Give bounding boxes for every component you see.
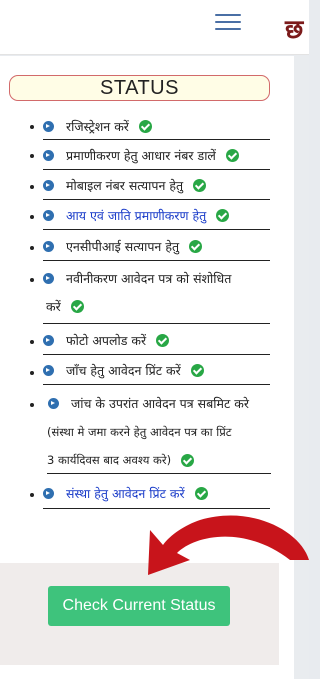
arrow-right-circle-icon (43, 210, 54, 221)
step-note-line3: 3 कार्यदिवस बाद अवश्य करे) (47, 452, 172, 467)
list-bullet (30, 246, 34, 250)
step-npci[interactable]: एनसीपीआई सत्यापन हेतु (43, 233, 270, 261)
step-photo-upload[interactable]: फोटो अपलोड करें (43, 327, 270, 355)
step-aadhaar[interactable]: प्रमाणीकरण हेतु आधार नंबर डालें (43, 142, 270, 170)
check-circle-icon (225, 149, 239, 162)
list-bullet (30, 403, 34, 407)
arrow-right-circle-icon (43, 150, 54, 161)
check-current-status-button[interactable]: Check Current Status (48, 586, 230, 626)
check-circle-icon (194, 487, 208, 500)
step-label[interactable]: आय एवं जाति प्रमाणीकरण हेतु (66, 207, 206, 224)
check-circle-icon (193, 179, 207, 192)
step-renewal-edit[interactable]: नवीनीकरण आवेदन पत्र को संशोधित करें (43, 264, 270, 324)
status-heading: STATUS (9, 75, 270, 101)
step-mobile[interactable]: मोबाइल नंबर सत्यापन हेतु (43, 172, 270, 200)
step-label: प्रमाणीकरण हेतु आधार नंबर डालें (66, 148, 216, 163)
step-label-line2: करें (46, 298, 61, 314)
step-label-line1: नवीनीकरण आवेदन पत्र को संशोधित (66, 270, 232, 286)
page-side-strip (294, 56, 309, 679)
check-circle-icon (70, 299, 84, 313)
list-bullet (30, 493, 34, 497)
step-label: जाँच हेतु आवेदन प्रिंट करें (66, 363, 181, 378)
list-bullet (30, 154, 34, 158)
step-label-line1: जांच के उपरांत आवेदन पत्र सबमिट करे (71, 395, 249, 411)
arrow-right-circle-icon (43, 365, 54, 376)
arrow-right-circle-icon (43, 335, 54, 346)
list-bullet (30, 278, 34, 282)
step-label: एनसीपीआई सत्यापन हेतु (66, 239, 180, 254)
check-circle-icon (189, 240, 203, 253)
step-label[interactable]: संस्था हेतु आवेदन प्रिंट करें (66, 485, 185, 502)
arrow-right-circle-icon (48, 397, 59, 409)
arrow-right-circle-icon (43, 488, 54, 499)
hamburger-menu-icon[interactable] (215, 14, 241, 32)
check-circle-icon (190, 364, 204, 377)
step-label: फोटो अपलोड करें (66, 333, 147, 348)
step-note-line2: (संस्था मे जमा करने हेतु आवेदन पत्र का प… (47, 424, 232, 439)
step-registration[interactable]: रजिस्ट्रेशन करें (43, 114, 270, 140)
check-circle-icon (156, 334, 170, 347)
brand-title[interactable]: छ (285, 10, 303, 46)
arrow-right-circle-icon (43, 180, 54, 191)
step-submit-note: (संस्था मे जमा करने हेतु आवेदन पत्र का प… (47, 418, 271, 474)
step-label: रजिस्ट्रेशन करें (66, 119, 129, 134)
step-print-for-check[interactable]: जाँच हेतु आवेदन प्रिंट करें (43, 357, 270, 385)
top-navbar: छ (0, 0, 309, 55)
step-income-caste[interactable]: आय एवं जाति प्रमाणीकरण हेतु (43, 202, 270, 230)
list-bullet (30, 125, 34, 129)
list-bullet (30, 185, 34, 189)
check-circle-icon (216, 209, 230, 222)
step-label: मोबाइल नंबर सत्यापन हेतु (66, 178, 184, 193)
check-circle-icon (138, 120, 152, 133)
step-print-for-institution[interactable]: संस्था हेतु आवेदन प्रिंट करें (43, 479, 270, 509)
check-circle-icon (181, 453, 195, 467)
arrow-right-circle-icon (43, 272, 54, 284)
arrow-right-circle-icon (43, 121, 54, 132)
list-bullet (30, 371, 34, 375)
arrow-right-circle-icon (43, 241, 54, 252)
list-bullet (30, 340, 34, 344)
list-bullet (30, 215, 34, 219)
